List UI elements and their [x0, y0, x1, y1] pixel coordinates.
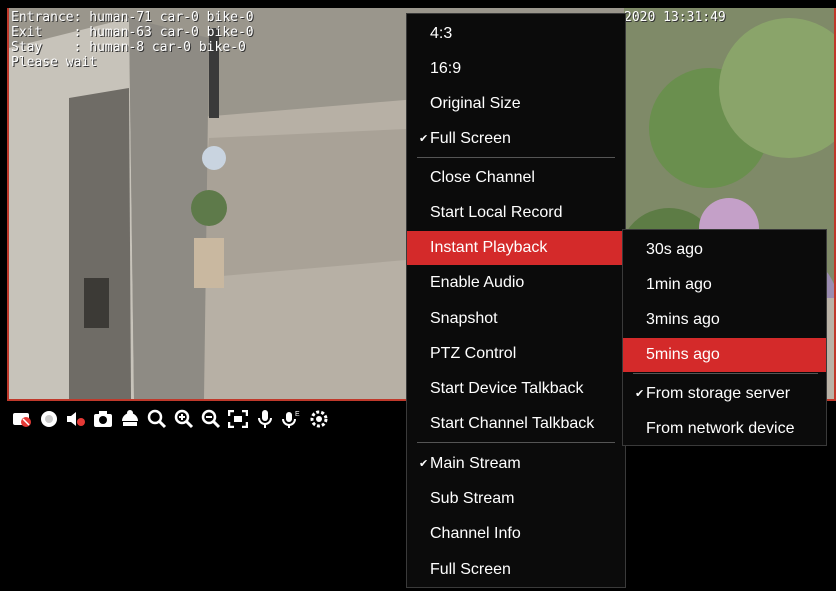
context-menu: 4:3 16:9 Original Size ✔ Full Screen Clos… — [406, 13, 626, 588]
menu-item-close-channel[interactable]: Close Channel — [407, 161, 625, 195]
osd-line-status: Please wait — [11, 55, 98, 70]
menu-item-label: Start Device Talkback — [430, 380, 584, 397]
submenu-separator — [633, 373, 818, 374]
submenu-item-from-storage-server[interactable]: ✔ From storage server — [623, 377, 826, 411]
menu-separator — [417, 442, 615, 443]
menu-item-ptz-control[interactable]: PTZ Control — [407, 337, 625, 371]
submenu-item-label: 5mins ago — [646, 346, 720, 363]
menu-item-original-size[interactable]: Original Size — [407, 87, 625, 121]
zoom-in-icon[interactable] — [173, 408, 195, 430]
menu-item-label: 4:3 — [430, 25, 453, 42]
menu-item-full-screen[interactable]: Full Screen — [407, 553, 625, 587]
menu-item-aspect-4-3[interactable]: 4:3 — [407, 17, 625, 51]
menu-item-start-device-talkback[interactable]: Start Device Talkback — [407, 372, 625, 406]
menu-item-main-stream[interactable]: ✔ Main Stream — [407, 447, 625, 481]
menu-item-label: Enable Audio — [430, 274, 525, 291]
menu-item-full-screen-mode[interactable]: ✔ Full Screen — [407, 122, 625, 156]
zoom-search-icon[interactable] — [146, 408, 168, 430]
menu-item-sub-stream[interactable]: Sub Stream — [407, 482, 625, 516]
zoom-out-icon[interactable] — [200, 408, 222, 430]
submenu-item-label: 30s ago — [646, 241, 703, 258]
check-icon: ✔ — [419, 133, 429, 145]
fit-screen-icon[interactable] — [227, 408, 249, 430]
osd-line-entrance: Entrance: human-71 car-0 bike-0 — [11, 10, 254, 25]
svg-text:E: E — [295, 411, 300, 418]
menu-item-instant-playback[interactable]: Instant Playback — [407, 231, 625, 265]
menu-item-label: Full Screen — [430, 561, 511, 578]
settings-icon[interactable] — [308, 408, 330, 430]
menu-item-label: Sub Stream — [430, 490, 515, 507]
osd-line-exit: Exit : human-63 car-0 bike-0 — [11, 25, 254, 40]
instant-playback-submenu: 30s ago 1min ago 3mins ago 5mins ago ✔ Fr… — [622, 229, 827, 446]
osd-counter-overlay: Entrance: human-71 car-0 bike-0 Exit : hu… — [11, 10, 254, 70]
mute-icon[interactable] — [65, 408, 87, 430]
submenu-item-label: From storage server — [646, 385, 791, 402]
video-toolbar: E — [7, 401, 407, 437]
menu-item-label: Start Local Record — [430, 204, 563, 221]
record-icon[interactable] — [38, 408, 60, 430]
menu-item-label: Snapshot — [430, 310, 498, 327]
menu-item-label: 16:9 — [430, 60, 462, 77]
check-icon: ✔ — [635, 388, 645, 400]
mic-icon[interactable] — [254, 408, 276, 430]
menu-item-start-channel-talkback[interactable]: Start Channel Talkback — [407, 407, 625, 441]
submenu-item-from-network-device[interactable]: From network device — [623, 412, 826, 446]
snapshot-icon[interactable] — [92, 408, 114, 430]
menu-item-snapshot[interactable]: Snapshot — [407, 302, 625, 336]
submenu-item-label: 3mins ago — [646, 311, 720, 328]
menu-item-aspect-16-9[interactable]: 16:9 — [407, 52, 625, 86]
submenu-item-1min-ago[interactable]: 1min ago — [623, 268, 826, 302]
osd-line-stay: Stay : human-8 car-0 bike-0 — [11, 40, 246, 55]
osd-timestamp: 2020 13:31:49 — [624, 10, 726, 25]
menu-item-enable-audio[interactable]: Enable Audio — [407, 266, 625, 300]
submenu-item-30s-ago[interactable]: 30s ago — [623, 233, 826, 267]
menu-item-label: Start Channel Talkback — [430, 415, 595, 432]
menu-item-label: Close Channel — [430, 169, 535, 186]
mic-e-icon[interactable]: E — [281, 408, 303, 430]
menu-item-label: Original Size — [430, 95, 521, 112]
menu-item-label: Channel Info — [430, 525, 521, 542]
submenu-item-5mins-ago[interactable]: 5mins ago — [623, 338, 826, 372]
menu-item-channel-info[interactable]: Channel Info — [407, 517, 625, 551]
close-eye-icon[interactable] — [11, 408, 33, 430]
check-icon: ✔ — [419, 458, 429, 470]
menu-item-label: Main Stream — [430, 455, 521, 472]
menu-item-label: Instant Playback — [430, 239, 548, 256]
submenu-item-label: From network device — [646, 420, 795, 437]
ptz-icon[interactable] — [119, 408, 141, 430]
menu-item-label: PTZ Control — [430, 345, 517, 362]
menu-item-start-local-record[interactable]: Start Local Record — [407, 196, 625, 230]
submenu-item-label: 1min ago — [646, 276, 712, 293]
menu-item-label: Full Screen — [430, 130, 511, 147]
menu-separator — [417, 157, 615, 158]
submenu-item-3mins-ago[interactable]: 3mins ago — [623, 303, 826, 337]
